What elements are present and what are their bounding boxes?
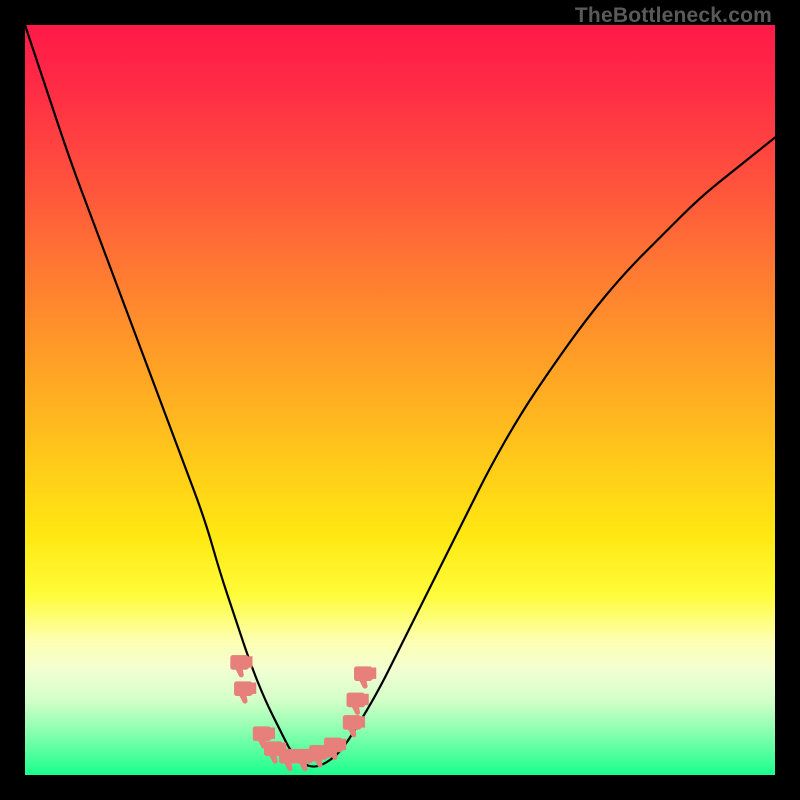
- data-point-markers: [231, 655, 376, 770]
- thumb-down-icon: [234, 682, 256, 704]
- chart-frame: TheBottleneck.com: [0, 0, 800, 800]
- thumb-down-icon: [354, 667, 376, 689]
- chart-svg: [25, 25, 775, 775]
- thumb-down-icon: [231, 655, 253, 677]
- thumb-down-icon: [343, 715, 365, 737]
- bottleneck-curve: [25, 25, 775, 767]
- curve-path: [25, 25, 775, 767]
